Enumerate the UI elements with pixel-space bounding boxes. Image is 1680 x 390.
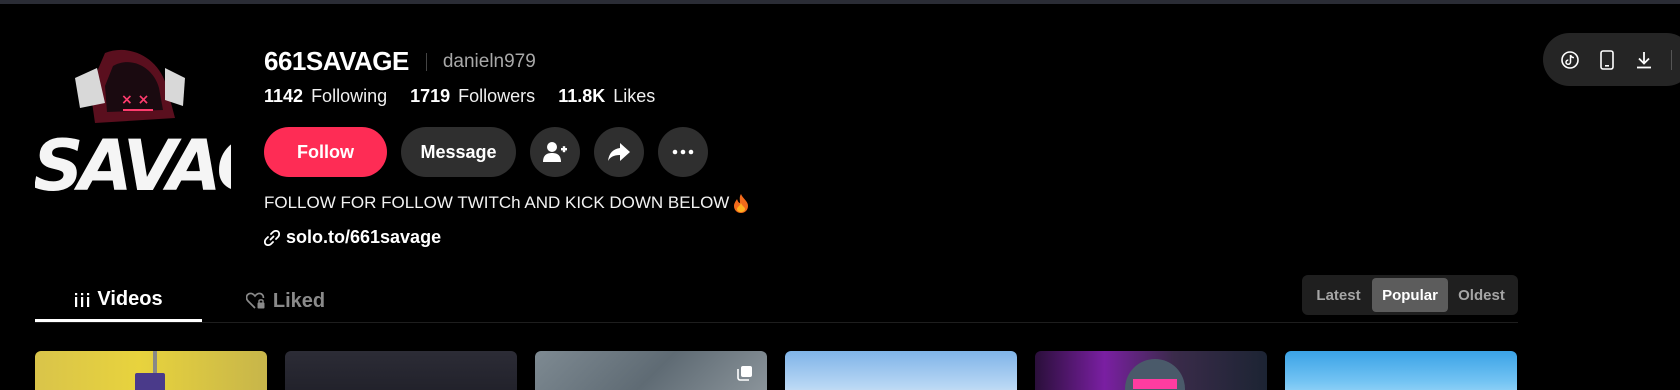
heart-lock-icon [245, 292, 265, 309]
side-panel-divider [1671, 49, 1672, 70]
share-icon [608, 143, 630, 161]
stat-likes: 11.8K Likes [558, 86, 655, 107]
profile-actions: Follow Message [264, 127, 708, 177]
tiktok-icon [1561, 50, 1579, 69]
fire-icon [734, 193, 749, 213]
add-friend-button[interactable] [530, 127, 580, 177]
tab-videos[interactable]: Videos [35, 280, 202, 322]
video-thumbnail[interactable] [35, 351, 267, 390]
sort-oldest[interactable]: Oldest [1448, 278, 1515, 312]
sort-control: Latest Popular Oldest [1302, 275, 1518, 315]
tab-videos-label: Videos [97, 288, 163, 310]
profile-link-text: solo.to/661savage [286, 227, 442, 247]
sort-popular[interactable]: Popular [1372, 278, 1448, 312]
avatar[interactable]: × × SAVAGE [35, 48, 231, 204]
likes-label: Likes [613, 86, 656, 106]
profile-username: 661SAVAGE [264, 46, 409, 76]
avatar-text: SAVAGE [35, 125, 231, 204]
video-thumbnail[interactable] [285, 351, 517, 390]
grid-icon [75, 292, 90, 307]
message-button[interactable]: Message [401, 127, 516, 177]
followers-label: Followers [458, 86, 536, 106]
following-label: Following [311, 86, 388, 106]
video-thumbnail[interactable] [1035, 351, 1267, 390]
stat-following[interactable]: 1142 Following [264, 86, 387, 107]
profile-stats: 1142 Following 1719 Followers 11.8K Like… [264, 86, 678, 107]
tab-liked[interactable]: Liked [202, 280, 369, 322]
thumbnail-detail [135, 373, 165, 390]
profile-tabs: Videos Liked [35, 280, 369, 322]
profile-bio: FOLLOW FOR FOLLOW TWITCh AND KICK DOWN B… [264, 193, 749, 213]
name-divider [425, 52, 427, 71]
likes-count: 11.8K [558, 86, 606, 106]
video-thumbnail[interactable] [785, 351, 1017, 390]
avatar-image: × × SAVAGE [35, 48, 231, 204]
more-options-button[interactable] [658, 127, 708, 177]
profile-name-row: 661SAVAGE danieln979 [264, 46, 536, 77]
mobile-icon [1600, 49, 1614, 70]
video-thumbnail[interactable] [1285, 351, 1517, 390]
add-user-icon [543, 142, 567, 162]
tab-liked-label: Liked [272, 289, 326, 312]
stat-followers[interactable]: 1719 Followers [410, 86, 535, 107]
download-icon-button[interactable] [1634, 50, 1654, 70]
profile-link[interactable]: solo.to/661savage [264, 227, 441, 248]
tiktok-icon-button[interactable] [1560, 50, 1580, 70]
share-button[interactable] [594, 127, 644, 177]
svg-text:× ×: × × [121, 92, 149, 108]
window-top-bar [0, 0, 1680, 4]
follow-button[interactable]: Follow [264, 127, 387, 177]
sort-latest[interactable]: Latest [1305, 278, 1372, 312]
bio-text: FOLLOW FOR FOLLOW TWITCh AND KICK DOWN B… [264, 193, 730, 212]
tabs-divider [35, 322, 1518, 323]
followers-count: 1719 [410, 86, 451, 106]
mobile-icon-button[interactable] [1597, 49, 1617, 70]
thumbnail-detail [153, 351, 157, 373]
more-icon [672, 149, 694, 155]
link-icon [264, 229, 280, 246]
following-count: 1142 [264, 86, 304, 106]
video-thumbnail[interactable] [535, 351, 767, 390]
profile-nickname: danieln979 [442, 50, 536, 72]
thumbnail-detail [1133, 379, 1177, 389]
multi-image-icon [737, 366, 752, 381]
side-action-panel [1543, 33, 1680, 86]
download-icon [1637, 51, 1651, 68]
